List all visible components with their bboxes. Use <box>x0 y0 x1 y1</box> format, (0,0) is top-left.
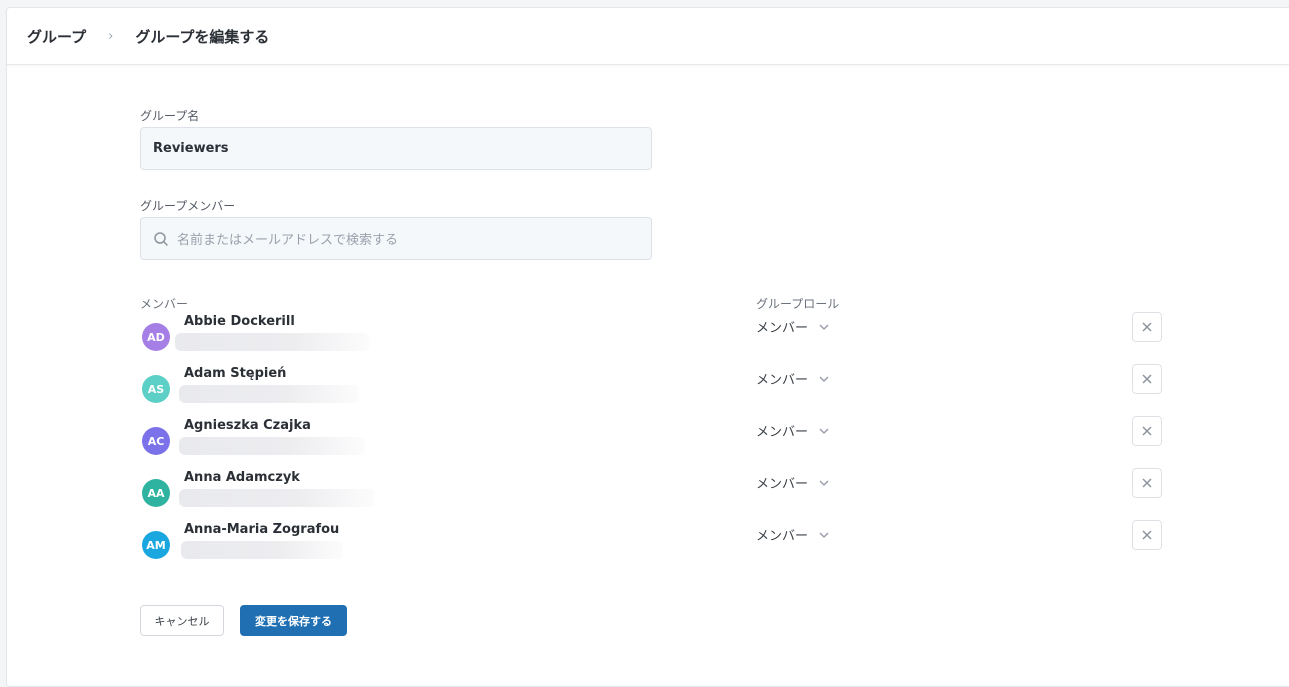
page-title: グループを編集する <box>135 27 270 46</box>
redacted-email <box>179 385 359 403</box>
redacted-email <box>179 489 375 507</box>
group-members-label: グループメンバー <box>140 199 236 213</box>
member-name: Anna-Maria Zografou <box>184 522 340 537</box>
group-name-value: Reviewers <box>153 141 229 156</box>
role-dropdown[interactable]: メンバー <box>756 317 830 336</box>
role-value: メンバー <box>756 373 809 388</box>
chevron-down-icon <box>819 531 829 538</box>
member-name: Abbie Dockerill <box>184 314 295 329</box>
remove-member-button[interactable] <box>1132 468 1162 498</box>
cancel-button[interactable]: キャンセル <box>140 605 224 636</box>
close-icon <box>1142 478 1152 488</box>
breadcrumb-separator-icon: › <box>108 28 114 44</box>
role-value: メンバー <box>756 425 809 440</box>
remove-member-button[interactable] <box>1132 520 1162 550</box>
chevron-down-icon <box>819 479 829 486</box>
member-name: Anna Adamczyk <box>184 470 300 485</box>
redacted-email <box>179 437 365 455</box>
member-name: Adam Stępień <box>184 366 287 381</box>
role-dropdown[interactable]: メンバー <box>756 473 830 492</box>
close-icon <box>1142 530 1152 540</box>
search-placeholder: 名前またはメールアドレスで検索する <box>177 233 399 248</box>
role-dropdown[interactable]: メンバー <box>756 525 830 544</box>
member-row: AM Anna-Maria Zografou メンバー <box>7 520 1207 583</box>
remove-member-button[interactable] <box>1132 416 1162 446</box>
role-value: メンバー <box>756 477 809 492</box>
avatar: AS <box>142 375 170 403</box>
chevron-down-icon <box>819 375 829 382</box>
group-name-input[interactable]: Reviewers <box>140 127 652 170</box>
role-dropdown[interactable]: メンバー <box>756 421 830 440</box>
column-header-member: メンバー <box>140 297 189 311</box>
remove-member-button[interactable] <box>1132 364 1162 394</box>
chevron-down-icon <box>819 323 829 330</box>
avatar: AD <box>142 323 170 351</box>
role-value: メンバー <box>756 529 809 544</box>
member-search-input[interactable]: 名前またはメールアドレスで検索する <box>140 217 652 260</box>
close-icon <box>1142 322 1152 332</box>
save-changes-button[interactable]: 変更を保存する <box>240 605 347 636</box>
close-icon <box>1142 374 1152 384</box>
breadcrumb: グループ › グループを編集する <box>7 8 1289 65</box>
edit-group-panel: グループ › グループを編集する グループ名 Reviewers グループメンバ… <box>6 7 1289 687</box>
close-icon <box>1142 426 1152 436</box>
column-header-role: グループロール <box>756 297 840 311</box>
breadcrumb-groups-link[interactable]: グループ <box>27 26 86 47</box>
avatar: AA <box>142 479 170 507</box>
role-value: メンバー <box>756 321 809 336</box>
redacted-email <box>175 333 370 351</box>
remove-member-button[interactable] <box>1132 312 1162 342</box>
member-name: Agnieszka Czajka <box>184 418 311 433</box>
avatar: AC <box>142 427 170 455</box>
group-name-label: グループ名 <box>140 109 200 123</box>
chevron-down-icon <box>819 427 829 434</box>
redacted-email <box>181 541 343 559</box>
avatar: AM <box>142 531 170 559</box>
role-dropdown[interactable]: メンバー <box>756 369 830 388</box>
search-icon <box>153 231 169 247</box>
